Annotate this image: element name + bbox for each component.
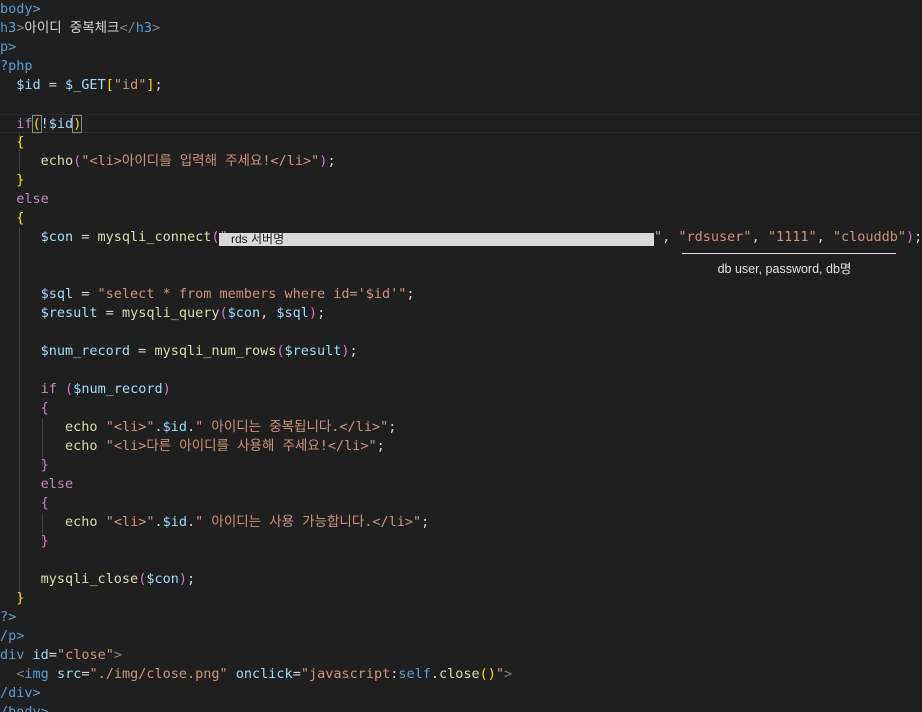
annotation-underline [682, 253, 896, 254]
code-line-brace: } [16, 590, 25, 606]
tag-body-open: body> [0, 1, 41, 17]
code-line-php-close: ?> [0, 609, 17, 625]
code-line-body-close: /body> [0, 704, 49, 712]
php-open: ?php [0, 58, 33, 74]
tag-p-open: p> [0, 39, 17, 55]
code-line-brace: { [16, 134, 25, 150]
code-line-brace: { [16, 210, 25, 226]
db-credentials-annotation: db user, password, db명 [717, 262, 852, 276]
code-line-get-id: $id = $_GET["id"]; [16, 77, 163, 93]
code-line-div-close: /div> [0, 685, 41, 701]
code-line-brace: { [40, 495, 49, 511]
code-editor[interactable]: body> h3>아이디 중복체크</h3> p> ?php $id = $_G… [0, 0, 922, 712]
code-line-brace: { [40, 400, 49, 416]
code-line-brace: } [40, 533, 49, 549]
code-line-connect-tail: ", "rdsuser", "1111", "clouddb"); [654, 229, 922, 245]
code-line-div-open: div id="close"> [0, 647, 122, 663]
code-line-sql: $sql = "select * from members where id='… [40, 286, 415, 302]
code-line-else: else [40, 476, 74, 492]
code-line-echo-other: echo "<li>다른 아이디를 사용해 주세요!</li>"; [65, 438, 385, 454]
code-line-echo-input: echo("<li>아이디를 입력해 주세요!</li>"); [40, 153, 336, 169]
code-line-num-rows: $num_record = mysqli_num_rows($result); [40, 343, 358, 359]
code-line-else: else [16, 191, 49, 207]
h3-text: 아이디 중복체크 [24, 20, 120, 36]
code-line-p-close: /p> [0, 628, 25, 644]
code-line-body-open: body> [0, 0, 922, 19]
code-line-brace: } [16, 172, 25, 188]
code-line-php-open: ?php [0, 57, 922, 76]
code-line-img: <img src="./img/close.png" onclick="java… [16, 666, 513, 682]
code-line-if-id: if(!$id) [0, 114, 922, 133]
code-line-close-db: mysqli_close($con); [40, 571, 196, 587]
code-line-echo-ok: echo "<li>".$id." 아이디는 사용 가능합니다.</li>"; [65, 514, 430, 530]
redacted-server-name: rds 서버명 [219, 233, 654, 246]
code-line-p-open: p> [0, 38, 922, 57]
code-line-brace: } [40, 457, 49, 473]
code-line-query: $result = mysqli_query($con, $sql); [40, 305, 326, 321]
code-line-if-num: if ($num_record) [40, 381, 171, 397]
code-line-h3: h3>아이디 중복체크</h3> [0, 20, 161, 36]
code-line-echo-dup: echo "<li>".$id." 아이디는 중복됩니다.</li>"; [65, 419, 397, 435]
